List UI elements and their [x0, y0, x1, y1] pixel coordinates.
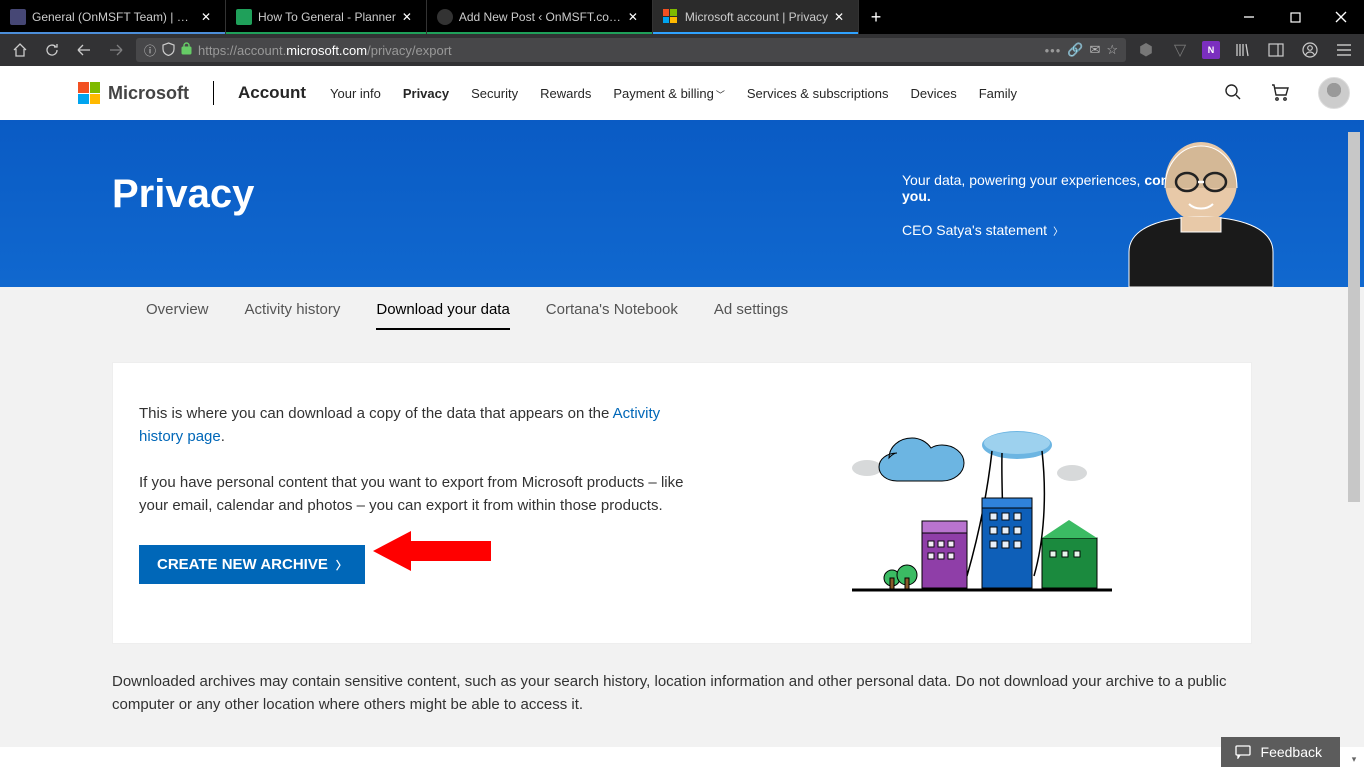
tab-overview[interactable]: Overview	[146, 301, 209, 330]
page-content: Microsoft Account Your info Privacy Secu…	[0, 66, 1364, 767]
tab-label: How To General - Planner	[258, 10, 396, 24]
microsoft-logo-icon	[78, 82, 100, 104]
header-nav: Your info Privacy Security Rewards Payme…	[330, 86, 1017, 101]
nav-payment-billing[interactable]: Payment & billing﹀	[613, 86, 724, 101]
nav-devices[interactable]: Devices	[910, 86, 956, 101]
notice-text: Downloaded archives may contain sensitiv…	[92, 662, 1272, 747]
microsoft-logo[interactable]: Microsoft	[78, 82, 189, 104]
nav-services[interactable]: Services & subscriptions	[747, 86, 889, 101]
pocket-icon[interactable]: ▽	[1168, 38, 1192, 62]
extension-icon[interactable]: ⬢	[1134, 38, 1158, 62]
close-icon[interactable]: ✕	[201, 10, 215, 24]
tab-cortanas-notebook[interactable]: Cortana's Notebook	[546, 301, 678, 330]
tab-accent	[0, 32, 225, 34]
ceo-photo	[1109, 132, 1294, 287]
feedback-label: Feedback	[1261, 744, 1322, 760]
close-icon[interactable]: ✕	[402, 10, 416, 24]
browser-toolbar: ⓘ https://account.microsoft.com/privacy/…	[0, 34, 1364, 66]
back-icon[interactable]	[72, 38, 96, 62]
tab-accent	[226, 32, 426, 34]
page-title: Privacy	[112, 172, 254, 238]
reload-icon[interactable]	[40, 38, 64, 62]
browser-tab-active[interactable]: Microsoft account | Privacy ✕	[653, 0, 859, 34]
nav-rewards[interactable]: Rewards	[540, 86, 591, 101]
create-new-archive-button[interactable]: CREATE NEW ARCHIVE〉	[139, 545, 365, 584]
inbox-icon[interactable]: ✉	[1089, 42, 1100, 58]
sub-tabs: Overview Activity history Download your …	[112, 287, 1252, 344]
microsoft-header: Microsoft Account Your info Privacy Secu…	[0, 66, 1364, 120]
search-icon[interactable]	[1224, 83, 1242, 104]
address-bar[interactable]: ⓘ https://account.microsoft.com/privacy/…	[136, 38, 1126, 62]
scroll-thumb[interactable]	[1348, 132, 1360, 502]
divider	[213, 81, 214, 105]
scroll-down-icon[interactable]: ▾	[1346, 751, 1362, 767]
header-right	[1224, 77, 1350, 109]
onenote-icon[interactable]: N	[1202, 41, 1220, 59]
sub-area: Overview Activity history Download your …	[0, 287, 1364, 747]
library-icon[interactable]	[1230, 38, 1254, 62]
close-icon[interactable]: ✕	[834, 10, 848, 24]
browser-titlebar: General (OnMSFT Team) | Micro ✕ How To G…	[0, 0, 1364, 34]
close-icon[interactable]: ✕	[628, 10, 642, 24]
tab-ad-settings[interactable]: Ad settings	[714, 301, 788, 330]
wordpress-icon	[437, 9, 453, 25]
chat-icon	[1235, 745, 1251, 759]
planner-icon	[236, 9, 252, 25]
feedback-button[interactable]: Feedback	[1221, 737, 1340, 767]
browser-tab[interactable]: General (OnMSFT Team) | Micro ✕	[0, 0, 226, 34]
tab-activity-history[interactable]: Activity history	[245, 301, 341, 330]
intro-text: This is where you can download a copy of…	[139, 403, 699, 448]
menu-icon[interactable]	[1332, 38, 1356, 62]
shield-icon[interactable]	[162, 42, 175, 59]
minimize-button[interactable]	[1226, 0, 1272, 34]
account-icon[interactable]	[1298, 38, 1322, 62]
toolbar-right: ⬢ ▽ N	[1134, 38, 1356, 62]
tab-accent	[653, 32, 858, 34]
tab-label: Add New Post ‹ OnMSFT.com — W	[459, 10, 622, 24]
tab-download-your-data[interactable]: Download your data	[376, 301, 509, 330]
chevron-right-icon: 〉	[336, 557, 347, 573]
url-text: https://account.microsoft.com/privacy/ex…	[198, 43, 1039, 58]
window-controls	[1226, 0, 1364, 34]
download-card: This is where you can download a copy of…	[112, 362, 1252, 644]
tab-label: General (OnMSFT Team) | Micro	[32, 10, 195, 24]
nav-your-info[interactable]: Your info	[330, 86, 381, 101]
maximize-button[interactable]	[1272, 0, 1318, 34]
annotation-arrow-icon	[373, 527, 493, 575]
lock-icon[interactable]	[181, 42, 192, 58]
export-note: If you have personal content that you wa…	[139, 472, 699, 517]
tab-accent	[427, 32, 652, 34]
teams-icon	[10, 9, 26, 25]
avatar[interactable]	[1318, 77, 1350, 109]
account-label[interactable]: Account	[238, 83, 306, 103]
home-icon[interactable]	[8, 38, 32, 62]
browser-tab[interactable]: How To General - Planner ✕	[226, 0, 427, 34]
nav-family[interactable]: Family	[979, 86, 1017, 101]
meatballs-icon[interactable]: •••	[1045, 43, 1062, 58]
info-icon[interactable]: ⓘ	[144, 42, 156, 59]
window-close-button[interactable]	[1318, 0, 1364, 34]
microsoft-icon	[663, 9, 679, 25]
nav-security[interactable]: Security	[471, 86, 518, 101]
chevron-down-icon: ﹀	[716, 90, 725, 100]
hero-banner: Privacy Your data, powering your experie…	[0, 120, 1364, 287]
nav-privacy[interactable]: Privacy	[403, 86, 449, 101]
link-icon[interactable]: 🔗	[1067, 42, 1083, 58]
scrollbar[interactable]: ▾	[1346, 132, 1362, 767]
new-tab-button[interactable]: +	[859, 0, 893, 34]
tagline-text: Your data, powering your experiences,	[902, 172, 1144, 188]
brand-text: Microsoft	[108, 83, 189, 104]
illustration	[739, 403, 1225, 603]
sidebar-icon[interactable]	[1264, 38, 1288, 62]
tab-label: Microsoft account | Privacy	[685, 10, 828, 24]
chevron-right-icon: 〉	[1053, 227, 1063, 238]
forward-icon[interactable]	[104, 38, 128, 62]
cart-icon[interactable]	[1270, 83, 1290, 104]
browser-tab[interactable]: Add New Post ‹ OnMSFT.com — W ✕	[427, 0, 653, 34]
bookmark-icon[interactable]: ☆	[1106, 42, 1118, 58]
